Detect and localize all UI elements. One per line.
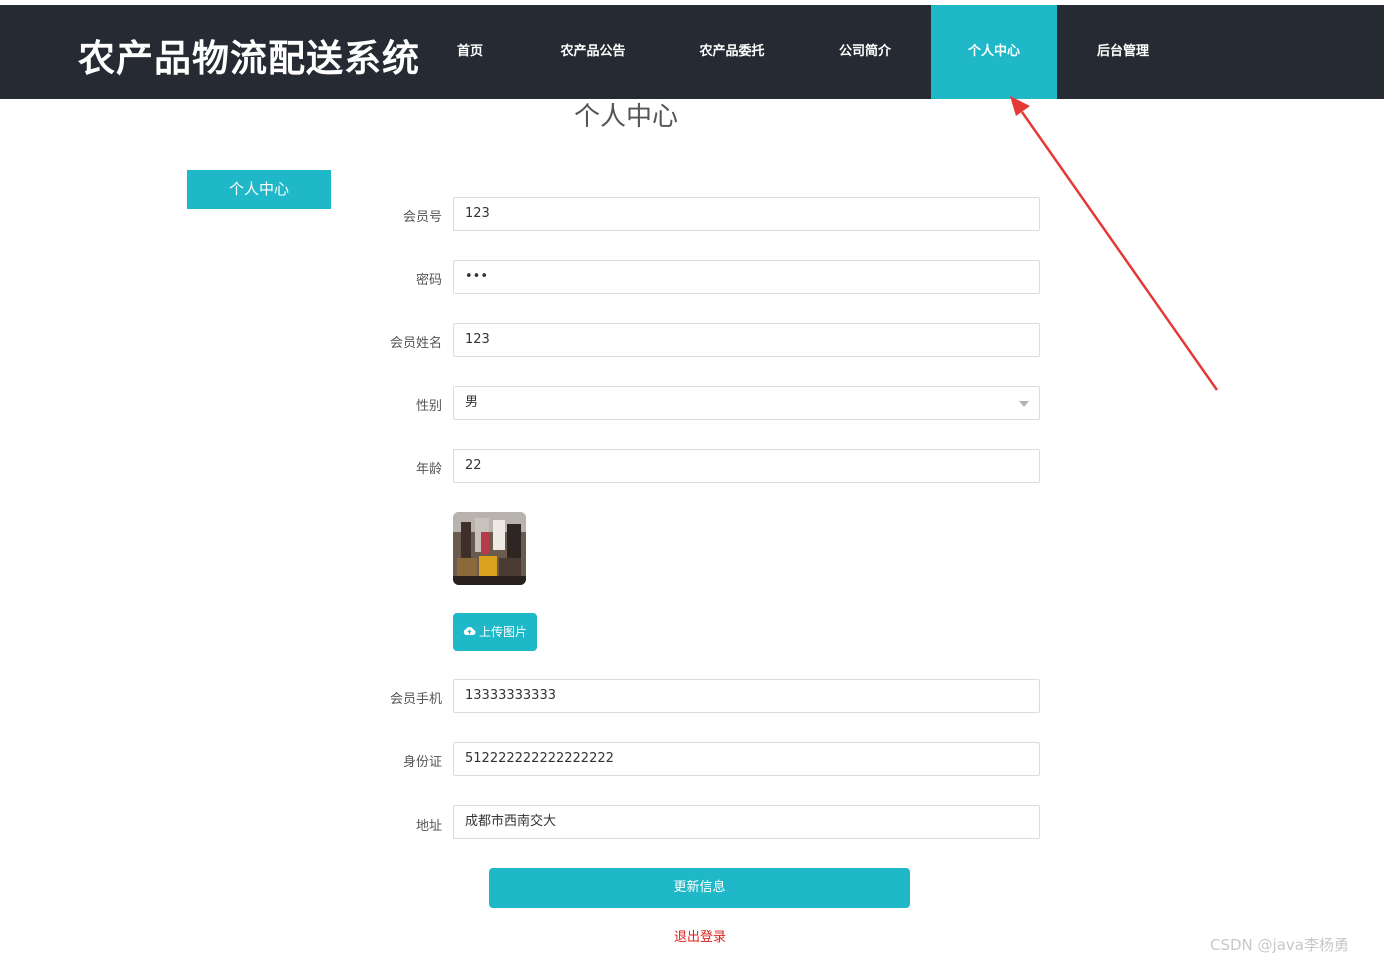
gender-label: 性别 [415,399,442,414]
site-brand: 农产品物流配送系统 [78,37,420,80]
gender-select[interactable]: 男 [453,386,1040,420]
member-name-label: 会员姓名 [389,336,442,351]
phone-input[interactable]: 13333333333 [453,679,1040,713]
member-no-label: 会员号 [402,210,442,225]
nav-personal-center[interactable]: 个人中心 [931,5,1057,99]
upload-image-label: 上传图片 [478,625,527,639]
id-card-label: 身份证 [402,755,442,770]
nav-home[interactable]: 首页 [430,5,510,99]
age-label: 年龄 [415,462,442,477]
gender-select-value: 男 [465,395,479,410]
update-info-button[interactable]: 更新信息 [489,868,910,908]
chevron-down-icon [1019,401,1029,407]
nav-product-entrust[interactable]: 农产品委托 [682,5,782,99]
password-label: 密码 [415,273,442,288]
watermark-text: CSDN @java李杨勇 [1210,936,1349,954]
member-no-input[interactable]: 123 [453,197,1040,231]
cloud-upload-icon [463,613,476,651]
upload-image-button[interactable]: 上传图片 [453,613,537,651]
member-name-input[interactable]: 123 [453,323,1040,357]
password-input[interactable]: ••• [453,260,1040,294]
nav-company-intro[interactable]: 公司简介 [815,5,915,99]
id-card-input[interactable]: 512222222222222222 [453,742,1040,776]
logout-link[interactable]: 退出登录 [660,926,740,945]
nav-product-notice[interactable]: 农产品公告 [543,5,643,99]
page-title: 个人中心 [574,102,679,132]
address-input[interactable]: 成都市西南交大 [453,805,1040,839]
sidebar-personal-center-button[interactable]: 个人中心 [187,170,331,209]
phone-label: 会员手机 [389,692,442,707]
avatar-image [453,512,526,585]
top-navbar: 农产品物流配送系统 首页 农产品公告 农产品委托 公司简介 个人中心 后台管理 [0,5,1384,99]
nav-admin[interactable]: 后台管理 [1073,5,1173,99]
address-label: 地址 [415,819,442,834]
age-input[interactable]: 22 [453,449,1040,483]
